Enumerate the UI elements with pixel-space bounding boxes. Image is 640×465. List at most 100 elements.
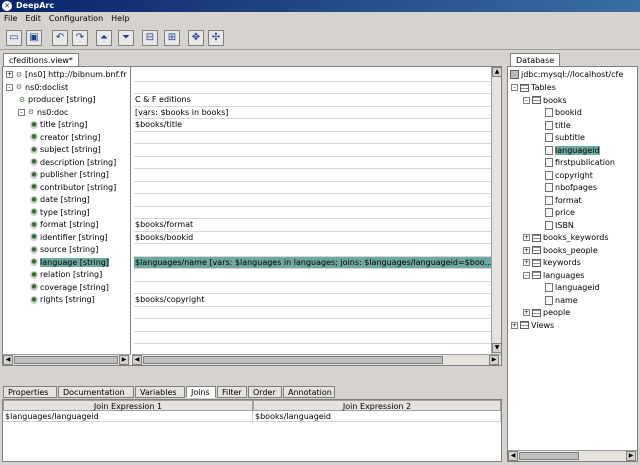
scroll-down-icon[interactable]: ▼ — [492, 343, 502, 353]
collapse-icon[interactable]: - — [511, 84, 518, 91]
expand-icon[interactable]: + — [511, 321, 518, 329]
values-horizontal-scrollbar[interactable]: ◀ ▶ — [132, 354, 501, 365]
tab-order[interactable]: Order — [248, 386, 282, 398]
scroll-right-icon[interactable]: ▶ — [626, 451, 636, 461]
tab-properties[interactable]: Properties — [3, 386, 57, 398]
mapping-value-cell[interactable] — [134, 69, 493, 82]
tab-database[interactable]: Database — [510, 53, 561, 66]
db-table-node[interactable]: + people — [523, 307, 570, 320]
mapping-value-cell[interactable]: $books/copyright — [134, 294, 493, 307]
db-node-label: books — [543, 95, 567, 105]
mapping-value-cell[interactable] — [134, 319, 493, 332]
vertical-scrollbar[interactable]: ▲ ▼ — [491, 67, 502, 354]
tree-horizontal-scrollbar[interactable]: ◀ ▶ — [3, 354, 131, 365]
menu-configuration[interactable]: Configuration — [45, 12, 107, 26]
scroll-right-icon[interactable]: ▶ — [489, 355, 499, 365]
column-icon — [545, 208, 553, 217]
disconnect-icon[interactable]: ✣ — [208, 30, 224, 46]
db-column-node[interactable]: nbofpages — [545, 182, 597, 195]
db-column-node[interactable]: subtitle — [545, 132, 585, 145]
expand-icon[interactable]: + — [523, 309, 530, 316]
db-column-node[interactable]: languageid — [545, 145, 600, 158]
tab-cfeditions-view[interactable]: cfeditions.view* — [3, 53, 79, 66]
db-connection[interactable]: jdbc:mysql://localhost/cfe — [510, 69, 623, 82]
db-table-node[interactable]: + books_people — [523, 245, 598, 258]
mapping-value-cell[interactable] — [134, 169, 493, 182]
column-header-join-2[interactable]: Join Expression 2 — [253, 400, 501, 411]
mapping-value-cell[interactable]: $books/bookid — [134, 232, 493, 244]
db-node-label: nbofpages — [555, 183, 598, 192]
mapping-value-cell[interactable]: $books/format — [134, 219, 493, 232]
db-column-node[interactable]: name — [545, 295, 578, 308]
tab-joins[interactable]: Joins — [186, 386, 216, 398]
mapping-value-cell[interactable] — [134, 307, 493, 319]
tab-variables[interactable]: Variables — [135, 386, 185, 398]
db-column-node[interactable]: firstpublication — [545, 157, 615, 170]
save-icon[interactable]: ▣ — [26, 30, 42, 46]
collapse-icon[interactable]: ⊟ — [142, 30, 158, 46]
join-expression-1-cell[interactable]: $languages/languageid — [3, 411, 253, 422]
expand-icon[interactable]: + — [523, 259, 530, 266]
tab-annotation[interactable]: Annotation — [283, 386, 335, 398]
expand-icon[interactable]: ⊞ — [164, 30, 180, 46]
db-table-node[interactable]: + Views — [511, 320, 554, 333]
mapping-value-cell[interactable] — [134, 332, 493, 344]
scroll-thumb[interactable] — [143, 356, 443, 364]
scroll-thumb[interactable] — [519, 452, 579, 460]
toolbar: ▭ ▣ ↶ ↷ ⏶ ⏷ ⊟ ⊞ ✥ ✣ — [0, 26, 640, 50]
mapping-value-cell[interactable] — [134, 194, 493, 207]
db-node-label: bookid — [555, 108, 582, 117]
mapping-value-cell[interactable]: [vars: $books in books] — [134, 107, 493, 119]
expand-icon[interactable]: + — [523, 246, 530, 254]
new-icon[interactable]: ▭ — [6, 30, 22, 46]
mapping-value-cell[interactable]: $books/title — [134, 119, 493, 132]
db-column-node[interactable]: title — [545, 120, 571, 133]
db-table-node[interactable]: - languages — [523, 270, 584, 283]
db-table-node[interactable]: + keywords — [523, 257, 581, 270]
tab-filter[interactable]: Filter — [217, 386, 247, 398]
menu-file[interactable]: File — [0, 12, 21, 26]
mapping-value-cell[interactable] — [134, 269, 493, 282]
tab-documentation[interactable]: Documentation — [58, 386, 134, 398]
column-header-join-1[interactable]: Join Expression 1 — [3, 400, 253, 411]
mapping-value-cell[interactable] — [134, 182, 493, 194]
scroll-up-icon[interactable]: ▲ — [492, 67, 502, 77]
mapping-value-cell[interactable]: C & F editions — [134, 94, 493, 107]
redo-icon[interactable]: ↷ — [72, 30, 88, 46]
connect-icon[interactable]: ✥ — [188, 30, 204, 46]
expand-icon[interactable]: + — [523, 234, 530, 241]
db-column-node[interactable]: bookid — [545, 107, 582, 120]
db-column-node[interactable]: ISBN — [545, 220, 574, 233]
db-column-node[interactable]: copyright — [545, 170, 593, 183]
move-up-icon[interactable]: ⏶ — [96, 30, 112, 46]
db-table-node[interactable]: + books_keywords — [523, 232, 609, 245]
scroll-left-icon[interactable]: ◀ — [132, 355, 142, 365]
mapping-value-cell[interactable] — [134, 132, 493, 144]
mapping-value-cell[interactable] — [134, 157, 493, 169]
mapping-value-cell[interactable] — [134, 244, 493, 257]
menu-help[interactable]: Help — [107, 12, 133, 26]
db-horizontal-scrollbar[interactable]: ◀ ▶ — [508, 450, 637, 461]
scroll-right-icon[interactable]: ▶ — [119, 355, 129, 365]
move-down-icon[interactable]: ⏷ — [118, 30, 134, 46]
scroll-left-icon[interactable]: ◀ — [3, 355, 13, 365]
column-icon — [545, 195, 553, 205]
collapse-icon[interactable]: - — [523, 271, 530, 279]
db-column-node[interactable]: price — [545, 207, 575, 220]
db-table-node[interactable]: - Tables — [511, 82, 556, 95]
menu-edit[interactable]: Edit — [21, 12, 45, 26]
db-column-node[interactable]: languageid — [545, 282, 600, 295]
join-expression-2-cell[interactable]: $books/languageid — [253, 411, 501, 422]
db-node-label: title — [555, 120, 571, 130]
mapping-value-cell[interactable] — [134, 207, 493, 219]
collapse-icon[interactable]: - — [523, 96, 530, 104]
mapping-value-cell[interactable] — [134, 144, 493, 157]
mapping-value-cell[interactable] — [134, 82, 493, 94]
scroll-thumb[interactable] — [14, 356, 118, 364]
undo-icon[interactable]: ↶ — [52, 30, 68, 46]
scroll-left-icon[interactable]: ◀ — [508, 451, 518, 461]
mapping-value-cell[interactable] — [134, 282, 493, 294]
db-table-node[interactable]: - books — [523, 95, 567, 108]
mapping-value-cell[interactable]: $languages/name [vars: $languages in lan… — [134, 256, 493, 269]
db-column-node[interactable]: format — [545, 195, 582, 208]
